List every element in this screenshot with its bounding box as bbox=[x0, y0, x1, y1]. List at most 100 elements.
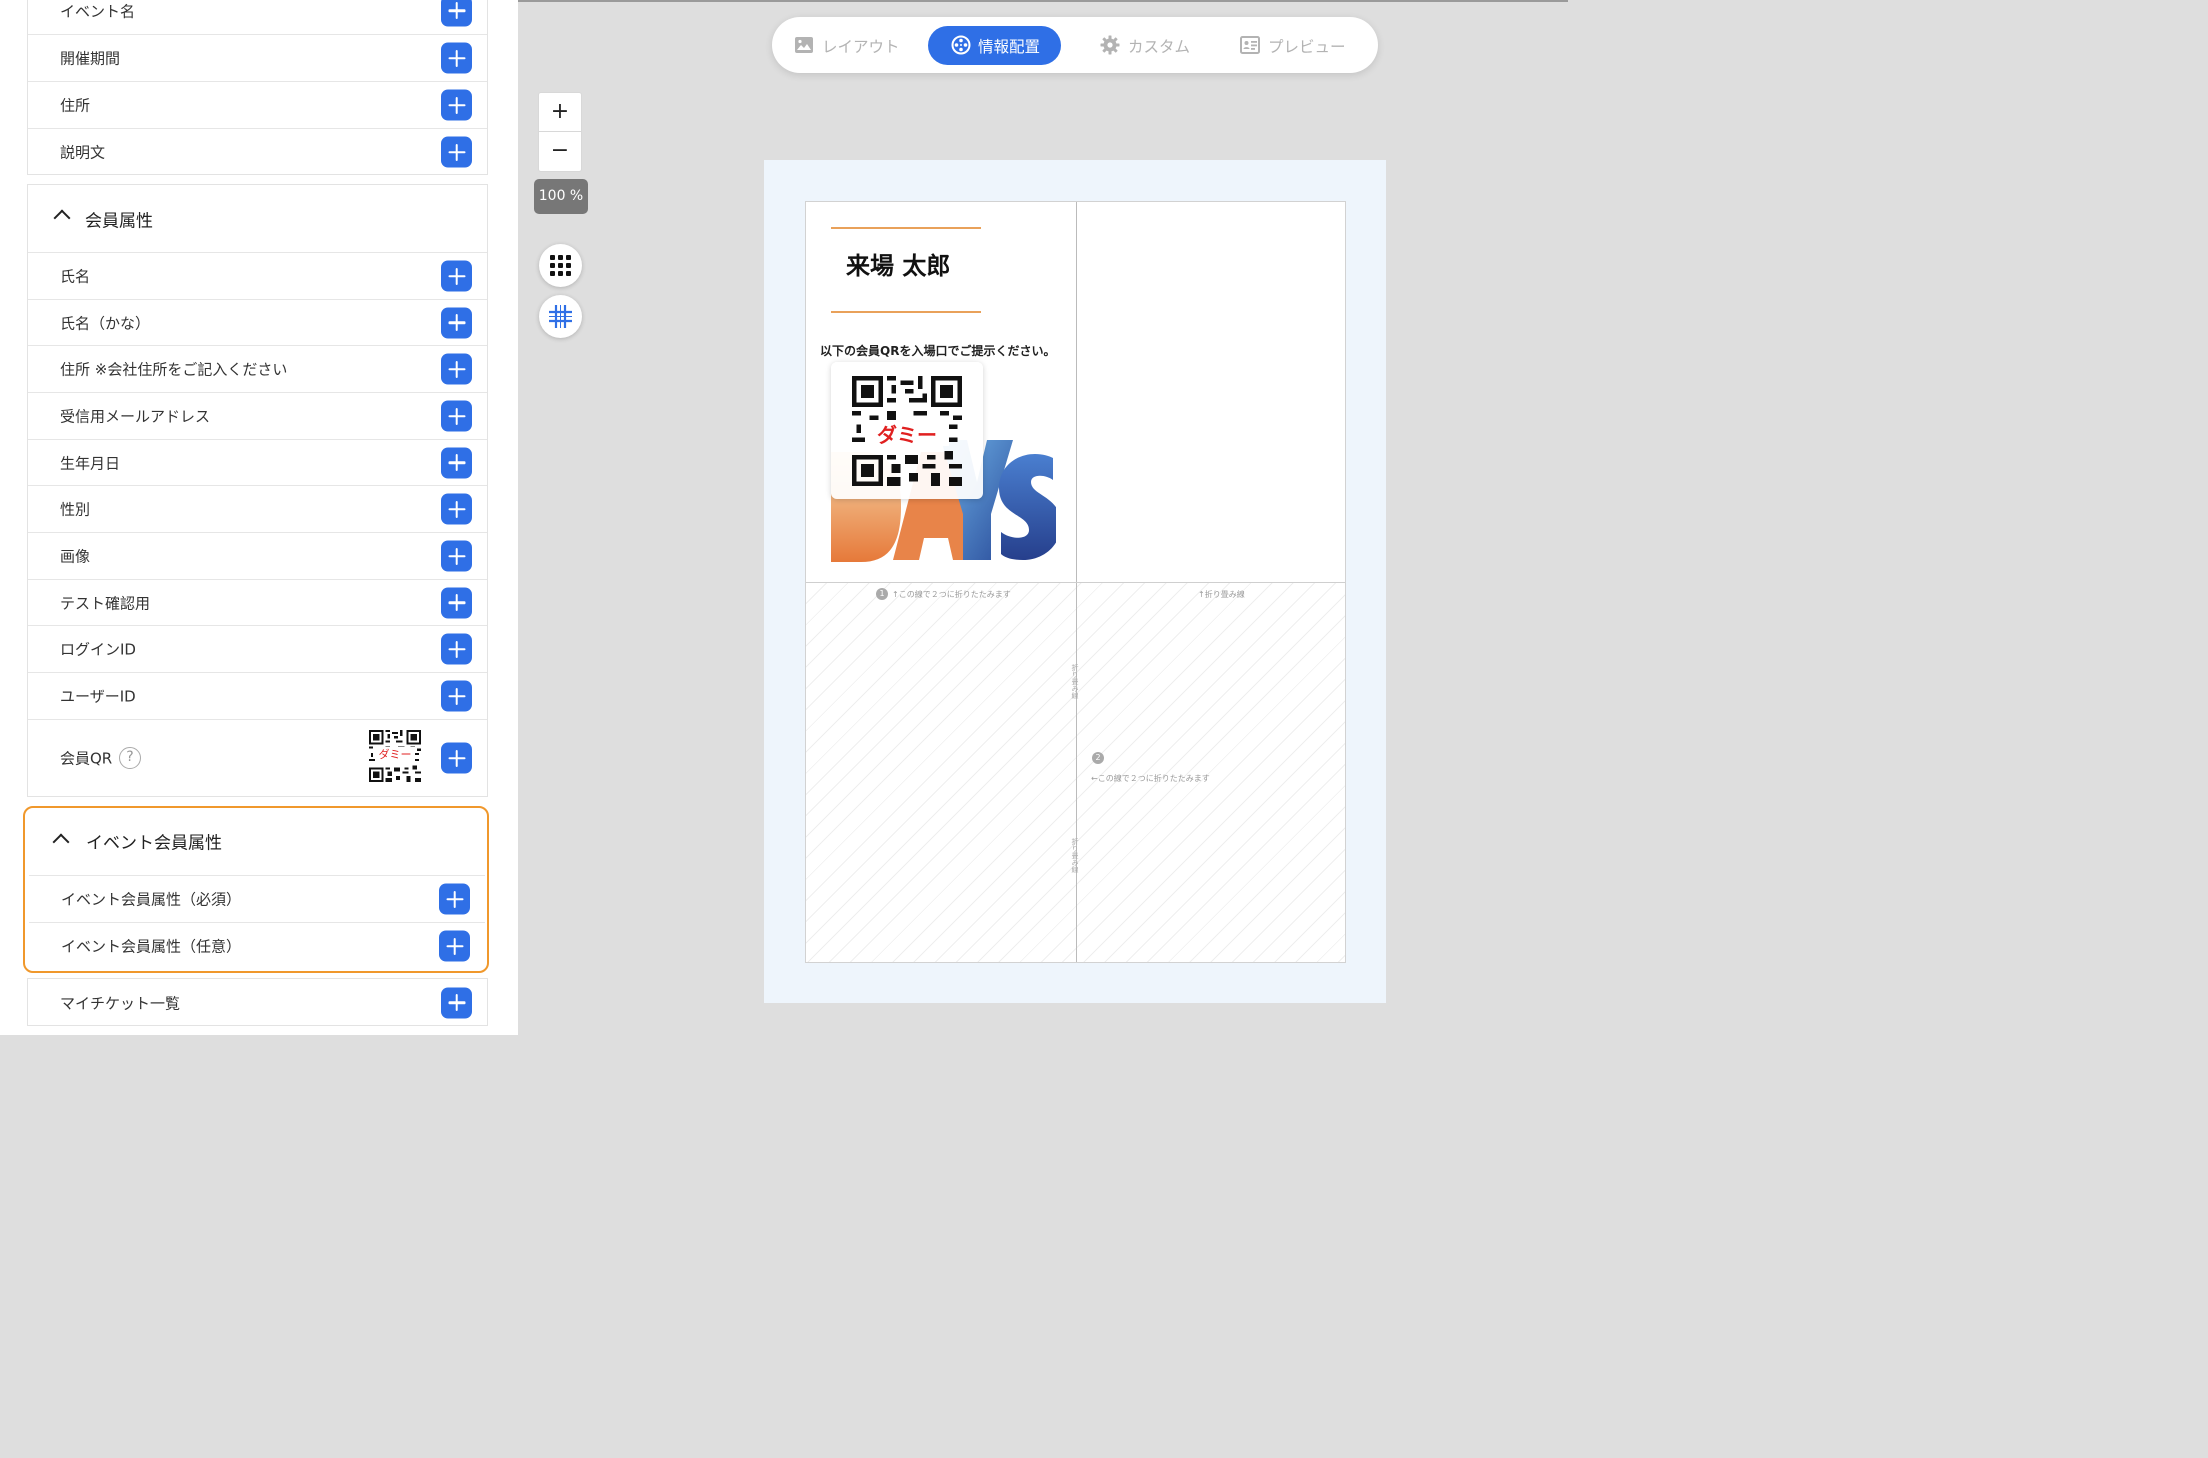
item-label: 氏名（かな） bbox=[60, 314, 151, 332]
horizontal-fold-line bbox=[806, 582, 1345, 583]
grid-lines-icon bbox=[549, 305, 572, 328]
add-event-attr-optional-button[interactable] bbox=[439, 930, 470, 962]
zoom-in-button[interactable]: + bbox=[538, 92, 582, 132]
zoom-level: 100 % bbox=[534, 179, 588, 214]
item-label: ユーザーID bbox=[60, 687, 136, 706]
qr-code-thumbnail: ダミー bbox=[369, 730, 421, 782]
list-item-name-kana: 氏名（かな） bbox=[28, 299, 487, 345]
tab-label: プレビュー bbox=[1268, 37, 1346, 56]
snap-grid-toggle[interactable] bbox=[539, 244, 582, 287]
item-label: 開催期間 bbox=[60, 49, 121, 68]
item-label: イベント会員属性（必須） bbox=[61, 890, 242, 909]
mode-tabs: レイアウト 情報配置 カスタム プレビュー bbox=[772, 17, 1378, 73]
dummy-label: ダミー bbox=[375, 747, 415, 763]
dummy-label: ダミー bbox=[865, 424, 949, 446]
dots-grid-icon bbox=[550, 255, 571, 276]
list-item-test: テスト確認用 bbox=[28, 579, 487, 625]
add-name-button[interactable] bbox=[441, 260, 472, 292]
add-description-button[interactable] bbox=[441, 136, 472, 168]
list-item-birthdate: 生年月日 bbox=[28, 439, 487, 485]
section-header-member-attributes[interactable]: 会員属性 bbox=[28, 185, 487, 252]
add-event-name-button[interactable] bbox=[441, 0, 472, 26]
item-label: テスト確認用 bbox=[60, 594, 151, 612]
list-item-event-name: イベント名 bbox=[28, 0, 487, 34]
section-title: 会員属性 bbox=[85, 211, 153, 231]
add-event-attr-required-button[interactable] bbox=[439, 883, 470, 915]
add-my-tickets-button[interactable] bbox=[441, 987, 472, 1018]
add-birthdate-button[interactable] bbox=[441, 447, 472, 478]
fold-step-2-badge: 2 bbox=[1092, 752, 1104, 764]
tab-label: レイアウト bbox=[822, 37, 900, 56]
add-email-button[interactable] bbox=[441, 400, 472, 432]
list-item-image: 画像 bbox=[28, 532, 487, 579]
guide-lines-toggle[interactable] bbox=[539, 295, 582, 338]
tab-label: 情報配置 bbox=[978, 37, 1041, 56]
section-title: イベント会員属性 bbox=[86, 833, 222, 854]
item-label: ログインID bbox=[60, 640, 136, 659]
list-item-user-id: ユーザーID bbox=[28, 672, 487, 719]
id-card-icon bbox=[1240, 36, 1260, 54]
fold-step-1-badge: 1 bbox=[876, 588, 888, 600]
item-label: 説明文 bbox=[60, 143, 106, 162]
ticket-instruction[interactable]: 以下の会員QRを入場口でご提示ください。 bbox=[820, 342, 1055, 359]
fold-note-2: ←この線で２つに折りたたみます bbox=[1091, 774, 1210, 783]
event-member-attributes-panel: イベント会員属性 イベント会員属性（必須） イベント会員属性（任意） bbox=[23, 806, 489, 973]
tab-preview[interactable]: プレビュー bbox=[1240, 26, 1360, 65]
item-label: イベント名 bbox=[60, 2, 136, 20]
list-item-event-attr-required: イベント会員属性（必須） bbox=[29, 875, 485, 922]
ticket-qr-field[interactable]: ダミー bbox=[831, 362, 983, 499]
list-item-gender: 性別 bbox=[28, 485, 487, 532]
tab-custom[interactable]: カスタム bbox=[1100, 26, 1210, 65]
tab-label: カスタム bbox=[1128, 37, 1191, 56]
name-bottom-line bbox=[831, 311, 981, 313]
sidebar: イベント名 開催期間 住所 説明文 会員属性 氏名 氏名（かな） 住所 ※会社住… bbox=[0, 0, 518, 1035]
add-member-qr-button[interactable] bbox=[441, 742, 472, 774]
add-name-kana-button[interactable] bbox=[441, 307, 472, 338]
item-label: 生年月日 bbox=[60, 454, 121, 472]
add-gender-button[interactable] bbox=[441, 493, 472, 525]
add-address-button[interactable] bbox=[441, 89, 472, 121]
member-attributes-panel: 会員属性 氏名 氏名（かな） 住所 ※会社住所をご記入ください 受信用メールアド… bbox=[27, 184, 488, 797]
gear-icon bbox=[1100, 35, 1120, 55]
list-item-login-id: ログインID bbox=[28, 625, 487, 672]
fold-note-1: ↑この線で２つに折りたたみます bbox=[892, 590, 1011, 599]
list-item-period: 開催期間 bbox=[28, 34, 487, 81]
zoom-out-button[interactable]: − bbox=[538, 132, 582, 172]
add-period-button[interactable] bbox=[441, 42, 472, 74]
add-test-button[interactable] bbox=[441, 587, 472, 618]
help-icon[interactable]: ? bbox=[119, 747, 141, 769]
film-reel-icon bbox=[951, 35, 971, 55]
list-item-member-qr: 会員QR ? ダミー bbox=[28, 719, 487, 796]
my-tickets-panel: マイチケット一覧 bbox=[27, 978, 488, 1026]
tab-layout[interactable]: レイアウト bbox=[794, 26, 914, 65]
add-company-address-button[interactable] bbox=[441, 353, 472, 385]
list-item-email: 受信用メールアドレス bbox=[28, 392, 487, 439]
item-label: マイチケット一覧 bbox=[60, 994, 181, 1012]
chevron-up-icon bbox=[52, 833, 70, 851]
list-item-my-tickets: マイチケット一覧 bbox=[28, 979, 487, 1026]
fold-vertical-note-2: 折り畳み線 bbox=[1071, 838, 1079, 873]
ticket-canvas: 来場 太郎 以下の会員QRを入場口でご提示ください。 ダミー 1 ↑この線で２つ… bbox=[805, 201, 1346, 963]
item-label: 会員QR bbox=[60, 749, 113, 768]
list-item-name: 氏名 bbox=[28, 252, 487, 299]
add-image-button[interactable] bbox=[441, 540, 472, 572]
fold-vertical-note-1: 折り畳み線 bbox=[1071, 664, 1079, 699]
add-login-id-button[interactable] bbox=[441, 633, 472, 665]
image-icon bbox=[795, 37, 813, 53]
item-label: 受信用メールアドレス bbox=[60, 407, 211, 426]
item-label: 住所 bbox=[60, 96, 91, 115]
item-label: 住所 ※会社住所をご記入ください bbox=[60, 360, 288, 379]
ticket-name-field[interactable]: 来場 太郎 bbox=[846, 246, 950, 281]
list-item-event-attr-optional: イベント会員属性（任意） bbox=[29, 922, 485, 969]
item-label: 氏名 bbox=[60, 267, 91, 286]
tab-info-placement[interactable]: 情報配置 bbox=[928, 26, 1061, 65]
chevron-up-icon bbox=[53, 209, 71, 227]
list-item-company-address: 住所 ※会社住所をご記入ください bbox=[28, 345, 487, 392]
list-item-description: 説明文 bbox=[28, 128, 487, 175]
add-user-id-button[interactable] bbox=[441, 680, 472, 712]
item-label: イベント会員属性（任意） bbox=[61, 937, 242, 956]
fold-note-top-right: ↑折り畳み線 bbox=[1198, 590, 1245, 599]
list-item-address: 住所 bbox=[28, 81, 487, 128]
event-info-panel: イベント名 開催期間 住所 説明文 bbox=[27, 0, 488, 175]
section-header-event-member-attributes[interactable]: イベント会員属性 bbox=[25, 808, 486, 874]
